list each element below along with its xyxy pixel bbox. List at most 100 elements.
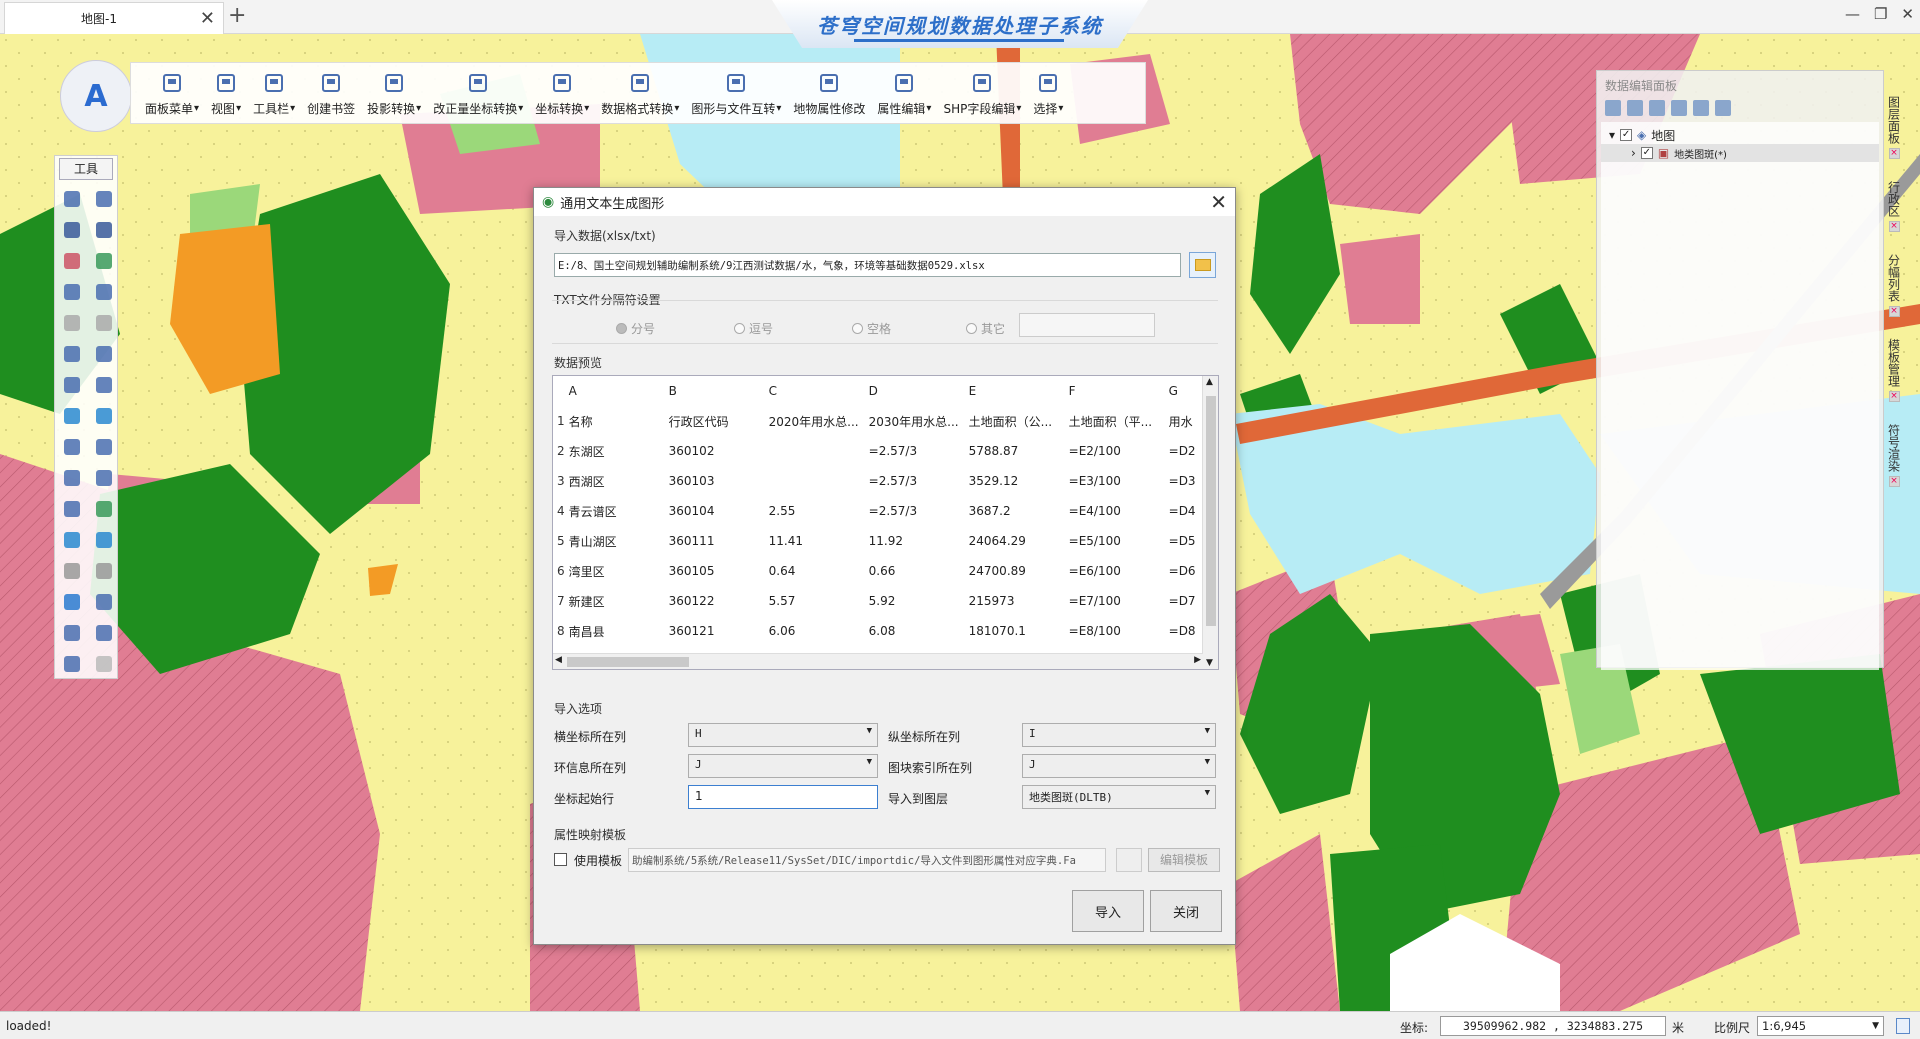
dropdown-arrow-icon[interactable]: ▾ [236,103,241,114]
table-add-icon[interactable] [91,187,117,211]
layer-add-icon[interactable] [1605,100,1621,116]
dropdown-arrow-icon[interactable]: ▾ [1016,103,1021,114]
dialog-close-icon[interactable]: ✕ [1210,190,1227,214]
start-row-input[interactable]: 1 [688,785,878,809]
scale-select[interactable]: 1:6,945 ▼ [1757,1016,1884,1036]
zoom-out-icon[interactable] [91,528,117,552]
toolbar-button-0[interactable]: 面板菜单 ▾ [145,70,199,117]
preview-vertical-scrollbar[interactable]: ▲ ▼ [1202,376,1218,669]
ring-col-select[interactable]: J ▼ [688,754,878,778]
radio-comma[interactable]: 逗号 [734,320,773,337]
zoom-in-icon[interactable] [59,528,85,552]
side-tab-close-icon[interactable]: × [1888,306,1900,317]
dropdown-arrow-icon[interactable]: ▾ [674,103,679,114]
layer-remove-icon[interactable] [1715,100,1731,116]
table-icon[interactable] [1671,100,1687,116]
radio-space[interactable]: 空格 [852,320,891,337]
tree-node-dltb[interactable]: › ✓ ▣ 地类图斑(*) [1601,144,1879,162]
marker-icon[interactable] [59,249,85,273]
full-extent-icon[interactable] [59,559,85,583]
undo-icon[interactable] [59,311,85,335]
shrink-icon[interactable] [91,559,117,583]
template-browse-button[interactable] [1116,848,1142,872]
vertical-scroll-thumb[interactable] [1206,396,1216,626]
tools-header[interactable]: 工具 [59,158,113,180]
add-layer-icon[interactable] [59,404,85,428]
radio-semicolon[interactable]: 分号 [616,320,655,337]
minimize-icon[interactable]: — [1845,5,1860,23]
app-logo[interactable]: A [60,60,132,132]
add-tab-icon[interactable]: + [228,3,246,28]
tab-close-icon[interactable]: ✕ [200,8,215,29]
toolbar-button-3[interactable]: 创建书签 [307,70,355,117]
add-layer-2-icon[interactable] [91,404,117,428]
radio-other[interactable]: 其它 [966,320,1005,337]
trash-icon[interactable] [59,497,85,521]
use-template-checkbox[interactable] [554,853,567,866]
other-separator-input[interactable] [1019,313,1155,337]
block-col-select[interactable]: J ▼ [1022,754,1216,778]
close-button[interactable]: 关闭 [1150,890,1222,932]
data-preview-table[interactable]: A B C D E F G 1 名称 行政区代码 2020年用水总... 2030年用水总... 土地面… [552,375,1219,670]
side-tab-close-icon[interactable]: × [1888,148,1900,159]
select-arrow-icon[interactable] [91,249,117,273]
side-tab-2[interactable]: 分幅列表 [1886,254,1903,302]
add-point-icon[interactable] [59,187,85,211]
dropdown-arrow-icon[interactable]: ▾ [290,103,295,114]
side-tab-1[interactable]: 行政区 [1886,181,1903,217]
back-icon[interactable] [59,621,85,645]
dropdown-arrow-icon[interactable]: ▾ [194,103,199,114]
copy-icon[interactable] [59,280,85,304]
redo-icon[interactable] [91,311,117,335]
toolbar-button-1[interactable]: 视图 ▾ [211,70,241,117]
restore-icon[interactable]: ❐ [1874,5,1887,23]
list-icon[interactable] [91,466,117,490]
toolbar-button-6[interactable]: 坐标转换 ▾ [535,70,589,117]
scissors-icon[interactable] [59,652,85,676]
layer-stack-icon[interactable] [59,466,85,490]
toolbar-button-2[interactable]: 工具栏 ▾ [253,70,295,117]
toolbar-button-7[interactable]: 数据格式转换 ▾ [601,70,679,117]
side-tab-close-icon[interactable]: × [1888,476,1900,487]
save-icon[interactable] [59,218,85,242]
y-col-select[interactable]: I ▼ [1022,723,1216,747]
toolbar-button-11[interactable]: SHP字段编辑 ▾ [943,70,1021,117]
import-button[interactable]: 导入 [1072,890,1144,932]
side-tab-close-icon[interactable]: × [1888,221,1900,232]
import-path-field[interactable]: E:/8、国土空间规划辅助编制系统/9江西测试数据/水，气象，环境等基础数据05… [554,253,1181,277]
zoom-layer-icon[interactable] [1693,100,1709,116]
side-tab-3[interactable]: 模板管理 [1886,339,1903,387]
globe-icon[interactable] [59,590,85,614]
pointer-icon[interactable] [59,435,85,459]
toolbar-button-12[interactable]: 选择 ▾ [1033,70,1063,117]
map-checkbox[interactable]: ✓ [1620,129,1633,141]
x-col-select[interactable]: H ▼ [688,723,878,747]
forward-icon[interactable] [91,621,117,645]
toolbar-button-9[interactable]: 地物属性修改 [793,70,865,117]
scroll-left-icon[interactable]: ◀ [555,655,562,665]
expand-icon[interactable]: › [1631,146,1636,160]
edit-template-button[interactable]: 编辑模板 [1148,848,1220,872]
hand-icon[interactable] [91,652,117,676]
expand-icon[interactable]: ▾ [1609,128,1615,142]
dropdown-arrow-icon[interactable]: ▾ [584,103,589,114]
toolbar-button-5[interactable]: 改正量坐标转换 ▾ [433,70,523,117]
toolbar-button-10[interactable]: 属性编辑 ▾ [877,70,931,117]
dltb-checkbox[interactable]: ✓ [1640,147,1653,159]
tree-node-map[interactable]: ▾ ✓ ◈ 地图 [1601,126,1879,144]
horizontal-scroll-thumb[interactable] [567,657,689,667]
close-window-icon[interactable]: ✕ [1901,5,1914,23]
paste-icon[interactable] [91,280,117,304]
node-edit-icon[interactable] [59,373,85,397]
scroll-up-icon[interactable]: ▲ [1206,377,1213,387]
split-icon[interactable] [91,435,117,459]
preview-horizontal-scrollbar[interactable]: ◀ ▶ [553,653,1203,669]
dropdown-arrow-icon[interactable]: ▾ [518,103,523,114]
layer-group-icon[interactable] [1649,100,1665,116]
toolbar-button-8[interactable]: 图形与文件互转 ▾ [691,70,781,117]
dropdown-arrow-icon[interactable]: ▾ [1058,103,1063,114]
side-tab-4[interactable]: 符号渲染 [1886,424,1903,472]
measure-icon[interactable] [91,373,117,397]
globe-green-icon[interactable] [91,497,117,521]
side-tab-close-icon[interactable]: × [1888,391,1900,402]
